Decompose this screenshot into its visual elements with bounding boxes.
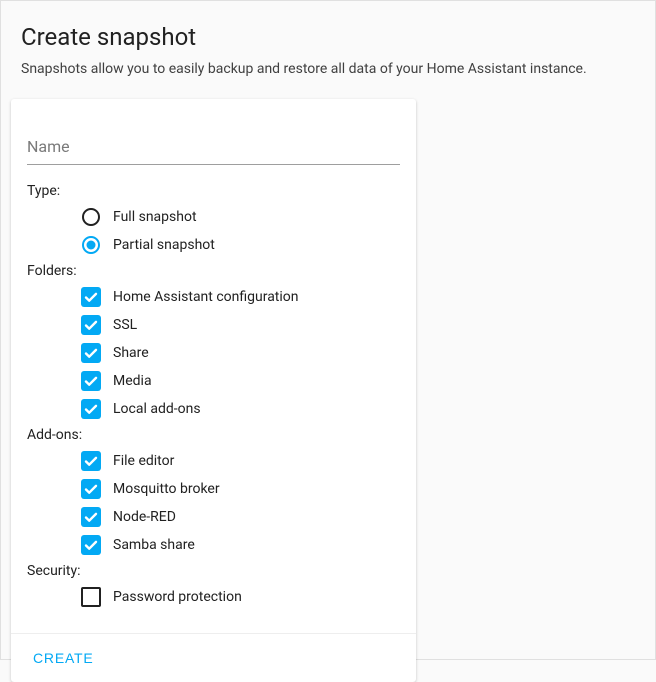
addon-item-label: Node-RED [113,509,176,525]
checkbox-checked-icon[interactable] [81,451,101,471]
card-actions: CREATE [11,633,416,682]
page-root: Create snapshot Snapshots allow you to e… [0,0,656,660]
type-option-partial-label: Partial snapshot [113,237,215,253]
type-option-partial[interactable]: Partial snapshot [81,233,400,257]
checkbox-checked-icon[interactable] [81,315,101,335]
addon-item-file-editor[interactable]: File editor [81,449,400,473]
folder-item-local-addons[interactable]: Local add-ons [81,397,400,421]
folder-item-label: Share [113,345,149,361]
folder-item-media[interactable]: Media [81,369,400,393]
folders-label: Folders: [27,263,400,279]
checkbox-checked-icon[interactable] [81,287,101,307]
folder-item-ssl[interactable]: SSL [81,313,400,337]
create-button[interactable]: CREATE [23,644,104,672]
page-subtitle: Snapshots allow you to easily backup and… [21,61,655,77]
checkbox-checked-icon[interactable] [81,507,101,527]
page-title: Create snapshot [21,23,655,51]
folder-item-share[interactable]: Share [81,341,400,365]
type-label: Type: [27,183,400,199]
folder-item-label: SSL [113,317,137,333]
checkbox-checked-icon[interactable] [81,343,101,363]
checkbox-checked-icon[interactable] [81,479,101,499]
checkbox-checked-icon[interactable] [81,371,101,391]
folder-item-label: Media [113,373,152,389]
type-option-full[interactable]: Full snapshot [81,205,400,229]
checkbox-unchecked-icon[interactable] [81,587,101,607]
name-field[interactable]: Name [27,137,400,165]
addon-item-label: Samba share [113,537,195,553]
folder-item-ha-config[interactable]: Home Assistant configuration [81,285,400,309]
security-item-label: Password protection [113,589,242,605]
addons-label: Add-ons: [27,427,400,443]
radio-checked-icon[interactable] [81,235,101,255]
addon-item-node-red[interactable]: Node-RED [81,505,400,529]
addon-item-mosquitto[interactable]: Mosquitto broker [81,477,400,501]
folder-item-label: Local add-ons [113,401,201,417]
folder-item-label: Home Assistant configuration [113,289,299,305]
addon-item-samba[interactable]: Samba share [81,533,400,557]
addon-item-label: File editor [113,453,174,469]
addon-item-label: Mosquitto broker [113,481,220,497]
checkbox-checked-icon[interactable] [81,399,101,419]
snapshot-card: Name Type: Full snapshot Partial snapsho… [11,99,416,682]
security-label: Security: [27,563,400,579]
radio-unchecked-icon[interactable] [81,207,101,227]
type-option-full-label: Full snapshot [113,209,197,225]
name-input[interactable] [27,137,400,159]
checkbox-checked-icon[interactable] [81,535,101,555]
card-body: Name Type: Full snapshot Partial snapsho… [11,99,416,633]
security-item-password[interactable]: Password protection [81,585,400,609]
